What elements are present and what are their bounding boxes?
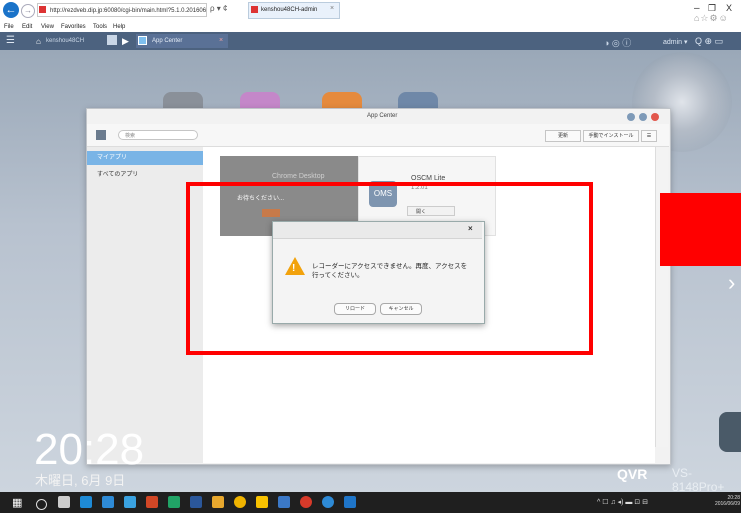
task-icon[interactable]: [107, 35, 117, 45]
excel-icon[interactable]: [168, 496, 180, 508]
tab-close-icon[interactable]: ×: [330, 5, 334, 12]
menu-file[interactable]: File: [4, 22, 14, 32]
folder-icon[interactable]: [256, 496, 268, 508]
chrome-icon[interactable]: [234, 496, 246, 508]
menu-view[interactable]: View: [41, 22, 54, 32]
user-menu[interactable]: admin ▾: [663, 38, 688, 46]
tab-favicon-icon: [251, 6, 258, 13]
play-icon[interactable]: ▶: [122, 36, 129, 47]
home-icon[interactable]: ⌂: [36, 37, 41, 46]
sidebar-item-all-apps[interactable]: すべてのアプリ: [87, 168, 203, 182]
menu-edit[interactable]: Edit: [22, 22, 32, 32]
search-input[interactable]: 検索: [118, 130, 198, 140]
powerpoint-icon[interactable]: [146, 496, 158, 508]
side-widget[interactable]: [719, 412, 741, 452]
device-name[interactable]: kenshou48CH: [46, 38, 84, 44]
desktop-date: 木曜日, 6月 9日: [35, 473, 126, 488]
app-name: OSCM Lite: [411, 175, 446, 182]
system-tray-icons[interactable]: ^ ☐ ♫ ◂) ▬ ⊡ ⊟: [597, 498, 648, 506]
next-arrow-icon[interactable]: ›: [728, 270, 735, 296]
scrollbar[interactable]: [655, 147, 668, 447]
qvr-logo: QVR: [617, 466, 648, 482]
back-arrow-icon[interactable]: ←: [3, 2, 19, 18]
red-block: [660, 193, 741, 266]
store-icon[interactable]: [124, 496, 136, 508]
menu-bar: File Edit View Favorites Tools Help: [0, 22, 741, 32]
window-title: App Center: [367, 113, 398, 119]
site-favicon-icon: [39, 6, 46, 13]
app-icon[interactable]: [212, 496, 224, 508]
manual-install-button[interactable]: 手動でインストール: [583, 130, 639, 142]
windows-start-icon[interactable]: ▦: [12, 496, 22, 509]
grid-view-icon[interactable]: [96, 130, 106, 140]
menu-help[interactable]: Help: [113, 22, 125, 32]
search-icon[interactable]: [36, 499, 47, 510]
taskbar-date: 2016/06/09: [714, 501, 740, 507]
app-icon[interactable]: [322, 496, 334, 508]
window-maximize-icon[interactable]: [639, 113, 647, 121]
search-options-icons[interactable]: Q ⊕ ▭: [695, 36, 723, 47]
word-icon[interactable]: [190, 496, 202, 508]
app-center-icon: [138, 36, 147, 45]
explorer-icon[interactable]: [102, 496, 114, 508]
menu-favorites[interactable]: Favorites: [61, 22, 86, 32]
status-icons[interactable]: ◑ ◎ ⓘ: [604, 36, 631, 49]
task-view-icon[interactable]: [58, 496, 70, 508]
address-bar[interactable]: http://rezdveb.dip.jp:60080/cgi-bin/main…: [37, 3, 207, 17]
app-icon[interactable]: [278, 496, 290, 508]
menu-tools[interactable]: Tools: [93, 22, 107, 32]
desktop-clock: 20:28: [34, 425, 145, 474]
qts-tab-app-center[interactable]: App Center: [136, 34, 228, 48]
close-window-icon[interactable]: X: [726, 3, 732, 13]
menu-hamburger-icon[interactable]: ☰: [6, 36, 15, 46]
address-tools[interactable]: ρ ▾ ¢: [210, 4, 227, 13]
forward-arrow-icon[interactable]: →: [21, 4, 35, 18]
sidebar-item-my-apps[interactable]: マイアプリ: [87, 151, 203, 165]
annotation-highlight-rect: [186, 182, 593, 355]
qts-tab-close-icon[interactable]: ×: [219, 37, 223, 44]
app-icon[interactable]: [300, 496, 312, 508]
model-name: VS-8148Pro+: [672, 466, 725, 494]
window-close-icon[interactable]: [651, 113, 659, 121]
skype-icon[interactable]: [344, 496, 356, 508]
window-minimize-icon[interactable]: [627, 113, 635, 121]
ie-icon[interactable]: [80, 496, 92, 508]
browser-tab[interactable]: kenshou48CH-admin: [248, 2, 340, 19]
refresh-button[interactable]: 更新: [545, 130, 581, 142]
app-card-title: Chrome Desktop: [272, 173, 325, 180]
settings-menu-icon[interactable]: ☰: [641, 130, 657, 142]
taskbar-clock[interactable]: 20:28 2016/06/09: [710, 495, 740, 507]
